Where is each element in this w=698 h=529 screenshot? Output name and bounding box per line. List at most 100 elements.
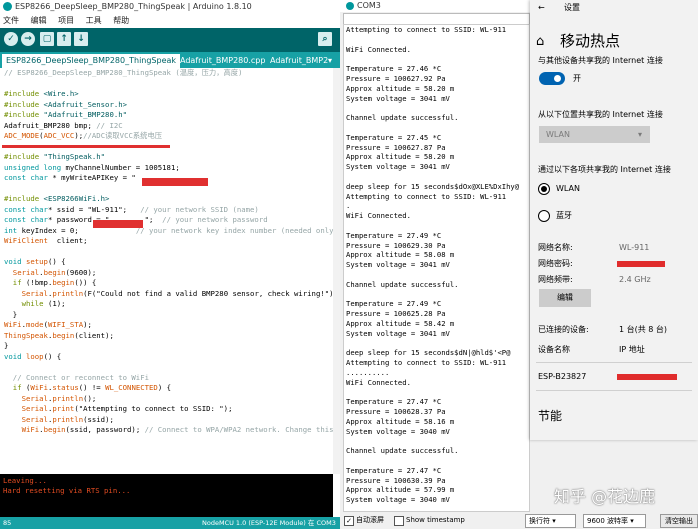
ide-toolbar: ✓ → ▢ ↑ ↓ ⌕ bbox=[0, 28, 340, 52]
baud-rate-select[interactable]: 9600 波特率 ▾ bbox=[583, 514, 646, 528]
verify-button[interactable]: ✓ bbox=[4, 32, 18, 46]
autoscroll-checkbox[interactable]: ✓ bbox=[344, 516, 354, 526]
code-token: WiFi bbox=[30, 383, 48, 392]
code-line: Serial.begin(9600); bbox=[0, 268, 333, 279]
serial-monitor-button[interactable]: ⌕ bbox=[318, 32, 332, 46]
code-token: <Adafruit_Sensor.h> bbox=[43, 99, 128, 109]
serial-line: deep sleep for 15 seconds$dN|@hld$'<P@ bbox=[346, 348, 511, 358]
ip-address-header: IP 地址 bbox=[619, 345, 645, 354]
serial-line bbox=[344, 54, 529, 64]
code-line: Serial.println(F("Could not find a valid… bbox=[0, 289, 333, 300]
serial-line: System voltage = 3041 mV bbox=[346, 93, 450, 103]
back-icon[interactable]: ← bbox=[538, 3, 545, 13]
code-token: ADC_VCC bbox=[43, 131, 75, 140]
tab-main-sketch[interactable]: ESP8266_DeepSleep_BMP280_ThingSpeak bbox=[2, 54, 181, 68]
new-sketch-button[interactable]: ▢ bbox=[40, 32, 54, 46]
hotspot-toggle[interactable] bbox=[539, 72, 565, 85]
timestamp-label: Show timestamp bbox=[406, 516, 465, 524]
home-icon[interactable]: ⌂ bbox=[536, 34, 544, 50]
code-token: ThingSpeak bbox=[4, 330, 48, 340]
page-title: 移动热点 bbox=[560, 32, 621, 50]
code-line: while (1); bbox=[0, 299, 333, 310]
code-token: begin bbox=[43, 267, 66, 277]
connected-devices-count: 1 台(共 8 台) bbox=[619, 325, 668, 334]
ide-title: ESP8266_DeepSleep_BMP280_ThingSpeak | Ar… bbox=[15, 2, 252, 11]
serial-line: Attempting to connect to SSID: WL-911 bbox=[346, 25, 507, 34]
table-divider bbox=[536, 390, 692, 391]
arduino-app-icon bbox=[3, 2, 12, 11]
code-line: void loop() { bbox=[0, 352, 333, 363]
radio-bluetooth[interactable] bbox=[538, 210, 550, 222]
serial-line: Approx altitude = 58.16 m bbox=[346, 416, 455, 426]
code-token: () { bbox=[47, 257, 66, 266]
tab-bmp280-cpp[interactable]: Adafruit_BMP280.cpp bbox=[176, 54, 269, 68]
code-line: // Connect or reconnect to WiFi bbox=[0, 373, 333, 384]
ide-menu-bar: 文件 编辑 项目 工具 帮助 bbox=[0, 14, 340, 28]
share-over-label: 通过以下各项共享我的 Internet 连接 bbox=[538, 165, 671, 174]
code-token: } bbox=[4, 341, 9, 350]
menu-sketch[interactable]: 项目 bbox=[58, 16, 74, 25]
code-token: loop bbox=[25, 351, 44, 361]
code-token: client; bbox=[47, 236, 88, 245]
code-line: const char* password = " "; // your netw… bbox=[0, 215, 333, 226]
console-line: Hard resetting via RTS pin... bbox=[3, 486, 131, 495]
table-divider bbox=[536, 362, 692, 363]
serial-line: Pressure = 100627.87 Pa bbox=[346, 142, 446, 152]
line-ending-select[interactable]: 换行符 ▾ bbox=[525, 514, 576, 528]
code-token: while bbox=[21, 299, 44, 308]
radio-wlan-label: WLAN bbox=[556, 184, 581, 193]
code-token: begin bbox=[43, 425, 66, 434]
code-token: //ADC读取VCC系统电压 bbox=[83, 131, 163, 140]
line-number: 85 bbox=[3, 519, 12, 527]
menu-help[interactable]: 帮助 bbox=[113, 16, 129, 25]
tab-bmp280-h[interactable]: Adafruit_BMP2 bbox=[266, 54, 332, 68]
code-token: if bbox=[12, 278, 22, 287]
serial-line: deep sleep for 15 seconds$dOx@XLE%DxIhy@ bbox=[346, 181, 520, 191]
upload-button[interactable]: → bbox=[21, 32, 35, 46]
tab-menu-arrow-icon[interactable]: ▾ bbox=[326, 54, 334, 68]
editor-scrollbar[interactable] bbox=[333, 68, 340, 474]
open-sketch-button[interactable]: ↑ bbox=[57, 32, 71, 46]
radio-wlan[interactable] bbox=[538, 183, 550, 195]
serial-line: Temperature = 27.49 *C bbox=[346, 230, 442, 240]
code-token: Serial bbox=[21, 404, 48, 413]
save-sketch-button[interactable]: ↓ bbox=[74, 32, 88, 46]
network-name-label: 网络名称: bbox=[538, 243, 573, 252]
serial-line: Temperature = 27.47 *C bbox=[346, 465, 442, 475]
serial-line bbox=[344, 456, 529, 466]
serial-line: Temperature = 27.46 *C bbox=[346, 64, 442, 74]
code-editor[interactable]: // ESP8266_DeepSleep_BMP280_ThingSpeak (… bbox=[0, 68, 333, 474]
arduino-ide-window: ESP8266_DeepSleep_BMP280_ThingSpeak | Ar… bbox=[0, 0, 340, 529]
settings-window-title: 设置 bbox=[564, 3, 580, 12]
code-line: ADC_MODE(ADC_VCC);//ADC读取VCC系统电压 bbox=[0, 131, 333, 142]
clear-output-button[interactable]: 清空输出 bbox=[660, 514, 698, 528]
serial-line: Channel update successful. bbox=[346, 446, 459, 456]
serial-line: Channel update successful. bbox=[346, 113, 459, 123]
code-token: <Wire.h> bbox=[43, 89, 79, 98]
code-token: Serial bbox=[12, 267, 40, 277]
code-line: WiFi.mode(WIFI_STA); bbox=[0, 320, 333, 331]
serial-line bbox=[344, 172, 529, 182]
serial-line: Pressure = 100627.92 Pa bbox=[346, 73, 446, 83]
serial-line bbox=[344, 35, 529, 45]
serial-line: WiFi Connected. bbox=[346, 44, 411, 54]
code-token: #include bbox=[4, 194, 44, 203]
edit-button[interactable]: 编辑 bbox=[539, 289, 591, 307]
code-token: print bbox=[52, 404, 75, 413]
serial-line: Approx altitude = 58.42 m bbox=[346, 318, 455, 328]
menu-edit[interactable]: 编辑 bbox=[31, 16, 47, 25]
network-band-value: 2.4 GHz bbox=[619, 275, 651, 284]
toggle-state-label: 开 bbox=[573, 74, 581, 83]
redacted-ip-address bbox=[617, 374, 677, 380]
code-token: WiFi bbox=[4, 320, 22, 329]
code-token: (ssid); bbox=[83, 414, 114, 424]
code-token: Serial bbox=[21, 414, 48, 424]
timestamp-checkbox[interactable] bbox=[394, 516, 404, 526]
code-line: } bbox=[0, 341, 333, 352]
menu-tools[interactable]: 工具 bbox=[86, 16, 102, 25]
share-from-select[interactable]: WLAN ▾ bbox=[539, 126, 650, 143]
menu-file[interactable]: 文件 bbox=[3, 16, 19, 25]
code-token: myChannelNumber = 1005181; bbox=[61, 162, 180, 172]
code-token: WiFi bbox=[21, 425, 40, 434]
